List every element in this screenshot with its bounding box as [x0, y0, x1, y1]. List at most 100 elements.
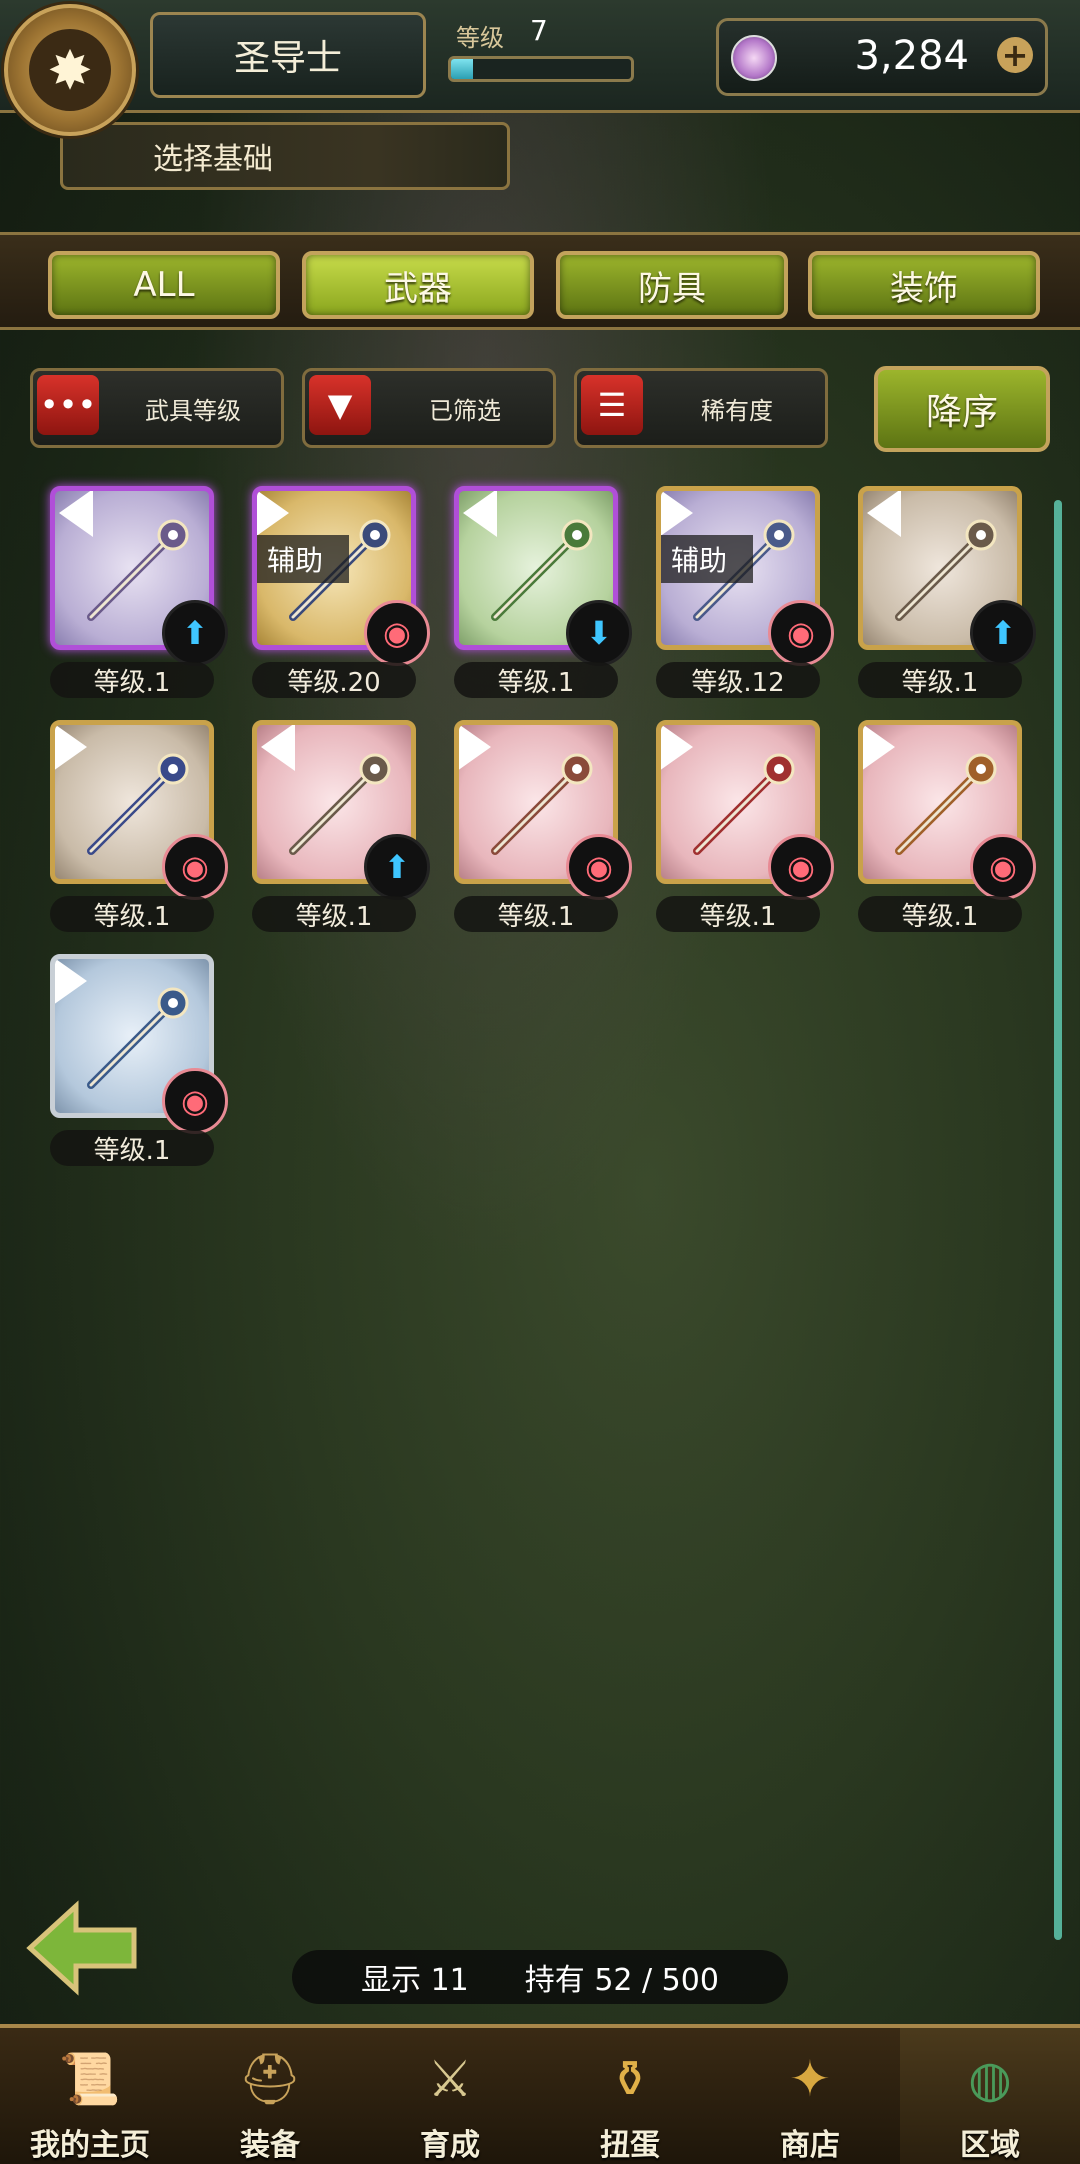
- tab-all-label: ALL: [133, 265, 195, 305]
- lock-toggle-icon[interactable]: [55, 725, 87, 771]
- nav-item-4[interactable]: ✦ 商店: [720, 2028, 900, 2164]
- weapon-item[interactable]: ◉ 等级.1: [50, 954, 228, 1168]
- lock-toggle-icon[interactable]: [867, 491, 901, 537]
- gacha-pot-icon: ⚱: [609, 2050, 651, 2108]
- category-tab-bar: ALL 武器 防具 装饰: [0, 232, 1080, 330]
- downgrade-arrow-icon: ⬇: [566, 600, 632, 666]
- back-button[interactable]: [26, 1900, 142, 1996]
- more-dots-icon: •••: [37, 375, 99, 435]
- nav-label: 商店: [780, 2128, 840, 2163]
- weapon-level: 等级.20: [252, 662, 416, 698]
- filter-label: 武具等级: [145, 396, 241, 425]
- gem-amount: 3,284: [854, 33, 969, 79]
- swirl-icon: ◉: [162, 834, 228, 900]
- nav-label: 我的主页: [30, 2128, 150, 2163]
- weapon-item[interactable]: ⬆ 等级.1: [858, 486, 1036, 700]
- gold-shop-icon: ✦: [789, 2050, 831, 2108]
- nav-item-5[interactable]: ◍ 区域: [900, 2028, 1080, 2164]
- weapon-level: 等级.1: [454, 662, 618, 698]
- tab-armor-label: 防具: [638, 268, 706, 309]
- swirl-icon: ◉: [364, 600, 430, 666]
- gem-icon: [731, 35, 777, 81]
- weapon-level: 等级.1: [656, 896, 820, 932]
- add-gems-button[interactable]: +: [997, 37, 1033, 73]
- sparkle-wand-icon: ✸: [29, 29, 111, 111]
- class-name[interactable]: 圣导士: [150, 12, 426, 98]
- crossed-swords-icon: ⚔: [427, 2050, 473, 2108]
- tab-all[interactable]: ALL: [48, 251, 280, 319]
- weapon-level: 等级.1: [454, 896, 618, 932]
- sort-label: 降序: [925, 392, 998, 433]
- nav-item-2[interactable]: ⚔ 育成: [360, 2028, 540, 2164]
- inventory-status-bar: 显示 11 持有 52 / 500: [292, 1950, 788, 2004]
- bottom-navigation: 📜 我的主页 ⛑ 装备 ⚔ 育成 ⚱ 扭蛋 ✦ 商店 ◍ 区域: [0, 2024, 1080, 2164]
- sub-title: 选择基础: [153, 142, 273, 177]
- lock-toggle-icon[interactable]: [463, 491, 497, 537]
- tab-accessories-label: 装饰: [890, 268, 958, 309]
- gem-currency: 3,284 +: [716, 18, 1048, 96]
- level-value: 7: [530, 14, 548, 47]
- tab-armor[interactable]: 防具: [556, 251, 788, 319]
- weapon-level: 等级.12: [656, 662, 820, 698]
- upgrade-arrow-icon: ⬆: [970, 600, 1036, 666]
- rarity-sort-button[interactable]: ☰ 稀有度: [574, 368, 828, 448]
- weapon-item[interactable]: 辅助 ◉ 等级.20: [252, 486, 430, 700]
- rarity-bars-icon: ☰: [581, 375, 643, 435]
- nav-item-0[interactable]: 📜 我的主页: [0, 2028, 180, 2164]
- weapon-item[interactable]: ◉ 等级.1: [454, 720, 632, 934]
- sub-title-banner: 选择基础: [60, 122, 510, 190]
- class-emblem-button[interactable]: ✸: [4, 4, 136, 136]
- swirl-icon: ◉: [566, 834, 632, 900]
- globe-icon: ◍: [968, 2050, 1012, 2108]
- nav-label: 扭蛋: [600, 2128, 660, 2163]
- upgrade-arrow-icon: ⬆: [364, 834, 430, 900]
- upgrade-arrow-icon: ⬆: [162, 600, 228, 666]
- tab-weapons-label: 武器: [384, 268, 452, 309]
- weapon-item[interactable]: ⬇ 等级.1: [454, 486, 632, 700]
- top-status-bar: 圣导士 等级 7 3,284 +: [0, 0, 1080, 113]
- player-level: 等级 7: [440, 14, 640, 92]
- weapon-item[interactable]: ⬆ 等级.1: [50, 486, 228, 700]
- weapon-item[interactable]: ◉ 等级.1: [858, 720, 1036, 934]
- funnel-filter-icon: ▼: [309, 375, 371, 435]
- swirl-icon: ◉: [768, 600, 834, 666]
- weapon-level: 等级.1: [858, 896, 1022, 932]
- nav-label: 装备: [240, 2128, 300, 2163]
- filter-label: 已筛选: [429, 396, 501, 425]
- weapon-level: 等级.1: [50, 662, 214, 698]
- lock-toggle-icon[interactable]: [261, 725, 295, 771]
- nav-item-1[interactable]: ⛑ 装备: [180, 2028, 360, 2164]
- helmet-icon: ⛑: [238, 2049, 302, 2108]
- weapon-item[interactable]: ◉ 等级.1: [50, 720, 228, 934]
- lock-toggle-icon[interactable]: [459, 725, 491, 771]
- weapon-level: 等级.1: [858, 662, 1022, 698]
- weapon-level: 等级.1: [50, 1130, 214, 1166]
- descending-sort-button[interactable]: 降序: [874, 366, 1050, 452]
- lock-toggle-icon[interactable]: [55, 959, 87, 1005]
- level-progress-fill: [451, 59, 473, 79]
- lock-toggle-icon[interactable]: [863, 725, 895, 771]
- swirl-icon: ◉: [970, 834, 1036, 900]
- equipment-level-filter-button[interactable]: ••• 武具等级: [30, 368, 284, 448]
- lock-toggle-icon[interactable]: [257, 491, 289, 537]
- weapon-item[interactable]: ⬆ 等级.1: [252, 720, 430, 934]
- weapon-item[interactable]: ◉ 等级.1: [656, 720, 834, 934]
- tab-weapons[interactable]: 武器: [302, 251, 534, 319]
- swirl-icon: ◉: [768, 834, 834, 900]
- weapon-item[interactable]: 辅助 ◉ 等级.12: [656, 486, 834, 700]
- weapon-level: 等级.1: [50, 896, 214, 932]
- shown-count: 显示 11: [361, 1963, 469, 1998]
- lock-toggle-icon[interactable]: [661, 491, 693, 537]
- lock-toggle-icon[interactable]: [661, 725, 693, 771]
- level-label: 等级: [456, 24, 504, 52]
- filtered-button[interactable]: ▼ 已筛选: [302, 368, 556, 448]
- lock-toggle-icon[interactable]: [59, 491, 93, 537]
- nav-label: 区域: [960, 2128, 1020, 2163]
- level-progress-bar: [448, 56, 634, 82]
- grid-scrollbar[interactable]: [1054, 500, 1062, 1940]
- nav-item-3[interactable]: ⚱ 扭蛋: [540, 2028, 720, 2164]
- owned-count: 持有 52 / 500: [524, 1963, 719, 1998]
- support-tag: 辅助: [257, 535, 349, 583]
- filter-label: 稀有度: [701, 396, 773, 425]
- tab-accessories[interactable]: 装饰: [808, 251, 1040, 319]
